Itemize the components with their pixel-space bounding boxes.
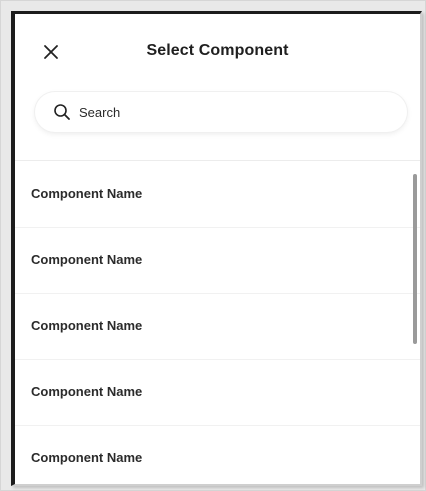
select-component-dialog: Select Component Component Name Componen… bbox=[11, 11, 422, 486]
list-item[interactable]: Component Name bbox=[15, 293, 420, 360]
list-item-label: Component Name bbox=[31, 450, 143, 465]
list-item-label: Component Name bbox=[31, 252, 143, 267]
search-icon bbox=[54, 104, 70, 120]
scrollbar-thumb[interactable] bbox=[413, 174, 417, 344]
list-item-label: Component Name bbox=[31, 318, 143, 333]
list-item-label: Component Name bbox=[31, 186, 143, 201]
component-list: Component Name Component Name Component … bbox=[15, 161, 420, 484]
list-item[interactable]: Component Name bbox=[15, 425, 420, 484]
search-bar[interactable] bbox=[35, 92, 407, 132]
scrollbar[interactable] bbox=[411, 174, 417, 354]
list-item[interactable]: Component Name bbox=[15, 227, 420, 294]
list-item[interactable]: Component Name bbox=[15, 161, 420, 228]
list-item-label: Component Name bbox=[31, 384, 143, 399]
dialog-header: Select Component bbox=[15, 14, 420, 86]
dialog-title: Select Component bbox=[146, 42, 289, 59]
window-frame: Select Component Component Name Componen… bbox=[0, 0, 426, 491]
search-input[interactable] bbox=[79, 100, 379, 124]
list-item[interactable]: Component Name bbox=[15, 359, 420, 426]
